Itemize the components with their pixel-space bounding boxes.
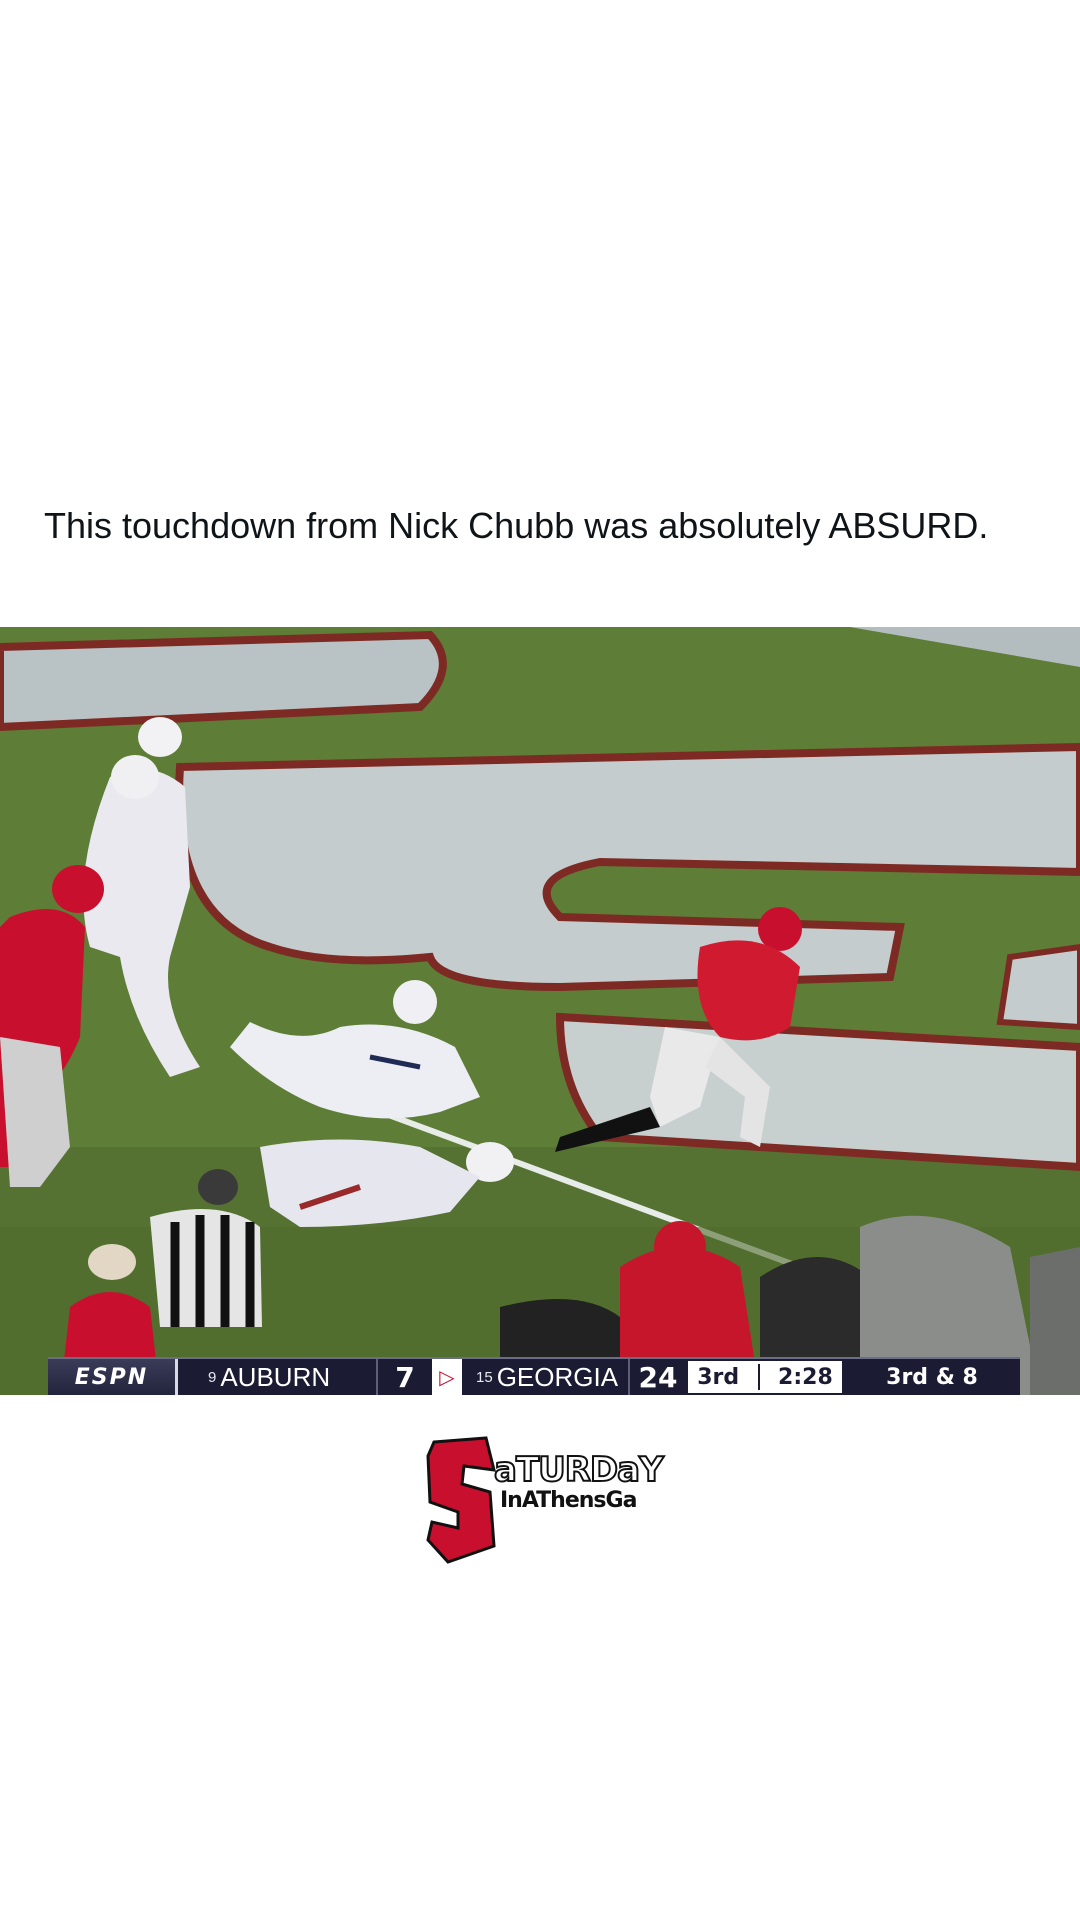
page: This touchdown from Nick Chubb was absol… xyxy=(0,0,1080,1920)
scorebug: ESPN 9 AUBURN 7 ▷ 15 GEORGIA 24 3rd 2:28… xyxy=(48,1357,1020,1395)
logo-line2: InAThensGa xyxy=(500,1488,637,1513)
post-caption: This touchdown from Nick Chubb was absol… xyxy=(44,505,989,546)
game-clock: 3rd 2:28 xyxy=(686,1359,844,1395)
network-logo: ESPN xyxy=(48,1359,178,1395)
home-rank: 15 xyxy=(476,1368,493,1386)
clock-time: 2:28 xyxy=(778,1364,833,1390)
away-team-name: AUBURN xyxy=(220,1361,331,1392)
away-score: 7 xyxy=(376,1359,432,1395)
saturday-in-athens-logo: aTURDaY InAThensGa xyxy=(424,1436,665,1566)
video-frame xyxy=(0,627,1080,1395)
logo-big-s-icon xyxy=(426,1436,496,1564)
logo-line1: aTURDaY xyxy=(493,1449,665,1491)
away-team: 9 AUBURN xyxy=(178,1359,376,1395)
quarter: 3rd xyxy=(697,1364,740,1390)
home-team-name: GEORGIA xyxy=(496,1361,619,1392)
possession-arrow-icon: ▷ xyxy=(432,1359,462,1395)
home-team: 15 GEORGIA xyxy=(462,1359,628,1395)
away-rank: 9 xyxy=(208,1368,217,1386)
clock-divider xyxy=(757,1364,760,1390)
down-and-distance: 3rd & 8 xyxy=(886,1364,978,1390)
video-player[interactable]: ESPN 9 AUBURN 7 ▷ 15 GEORGIA 24 3rd 2:28… xyxy=(0,627,1080,1395)
home-score: 24 xyxy=(628,1359,686,1395)
